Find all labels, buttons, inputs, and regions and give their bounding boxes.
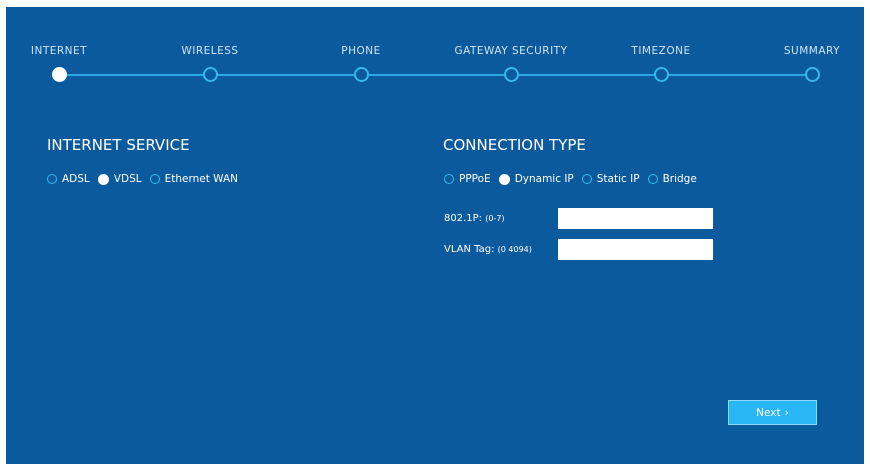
step-label: WIRELESS bbox=[181, 45, 239, 57]
vlan-hint: (0 4094) bbox=[497, 245, 532, 254]
step-dot-active bbox=[51, 67, 67, 82]
step-dot bbox=[653, 67, 669, 82]
vlan-label-text: VLAN Tag: bbox=[444, 244, 495, 255]
radio-circle-icon bbox=[647, 174, 658, 184]
radio-vdsl[interactable]: VDSL bbox=[97, 173, 142, 185]
step-summary[interactable]: SUMMARY bbox=[737, 44, 870, 82]
vlan-tag-input[interactable] bbox=[558, 239, 713, 260]
priority-hint: (0-7) bbox=[485, 214, 505, 223]
step-label: TIMEZONE bbox=[631, 45, 691, 57]
priority-label-text: 802.1P: bbox=[444, 213, 483, 224]
radio-static-ip[interactable]: Static IP bbox=[581, 173, 640, 185]
step-label: SUMMARY bbox=[783, 45, 841, 57]
step-dot bbox=[804, 67, 820, 82]
radio-pppoe[interactable]: PPPoE bbox=[444, 173, 491, 185]
internet-service-radio-group: ADSL VDSL Ethernet WAN bbox=[47, 173, 246, 185]
step-wireless[interactable]: WIRELESS bbox=[135, 44, 285, 82]
radio-label: Ethernet WAN bbox=[164, 173, 239, 185]
radio-circle-icon bbox=[498, 173, 510, 185]
radio-circle-icon bbox=[149, 174, 160, 184]
connection-type-title: CONNECTION TYPE bbox=[443, 136, 586, 154]
vlan-field-label: VLAN Tag: (0 4094) bbox=[444, 244, 532, 255]
radio-label: Bridge bbox=[662, 173, 697, 185]
radio-label: VDSL bbox=[113, 173, 142, 185]
step-phone[interactable]: PHONE bbox=[286, 44, 436, 82]
next-button[interactable]: Next › bbox=[728, 400, 817, 425]
wizard-stepper: INTERNET WIRELESS PHONE GATEWAY SECURITY… bbox=[6, 7, 864, 97]
radio-label: ADSL bbox=[62, 173, 90, 185]
step-label: INTERNET bbox=[30, 45, 88, 57]
radio-circle-icon bbox=[581, 174, 592, 184]
internet-service-title: INTERNET SERVICE bbox=[47, 136, 190, 154]
radio-bridge[interactable]: Bridge bbox=[647, 173, 697, 185]
radio-label: Dynamic IP bbox=[514, 173, 574, 185]
step-dot bbox=[202, 67, 218, 82]
step-timezone[interactable]: TIMEZONE bbox=[586, 44, 736, 82]
radio-dynamic-ip[interactable]: Dynamic IP bbox=[498, 173, 574, 185]
radio-ethernet-wan[interactable]: Ethernet WAN bbox=[149, 173, 239, 185]
chevron-right-icon: › bbox=[784, 406, 789, 419]
step-label: GATEWAY SECURITY bbox=[454, 45, 568, 57]
radio-circle-icon bbox=[444, 174, 454, 184]
step-gateway-security[interactable]: GATEWAY SECURITY bbox=[436, 44, 586, 82]
radio-circle-icon bbox=[97, 173, 109, 185]
priority-input[interactable] bbox=[558, 208, 713, 229]
step-dot bbox=[353, 67, 369, 82]
step-dot bbox=[503, 67, 519, 82]
next-button-label: Next bbox=[756, 406, 781, 419]
radio-label: PPPoE bbox=[459, 173, 491, 185]
radio-circle-icon bbox=[47, 174, 57, 184]
step-label: PHONE bbox=[341, 45, 381, 57]
connection-type-radio-group: PPPoE Dynamic IP Static IP Bridge bbox=[444, 173, 705, 185]
radio-adsl[interactable]: ADSL bbox=[47, 173, 90, 185]
step-internet[interactable]: INTERNET bbox=[0, 44, 134, 82]
priority-field-label: 802.1P: (0-7) bbox=[444, 213, 505, 224]
setup-wizard-panel: INTERNET WIRELESS PHONE GATEWAY SECURITY… bbox=[6, 7, 864, 464]
radio-label: Static IP bbox=[596, 173, 640, 185]
